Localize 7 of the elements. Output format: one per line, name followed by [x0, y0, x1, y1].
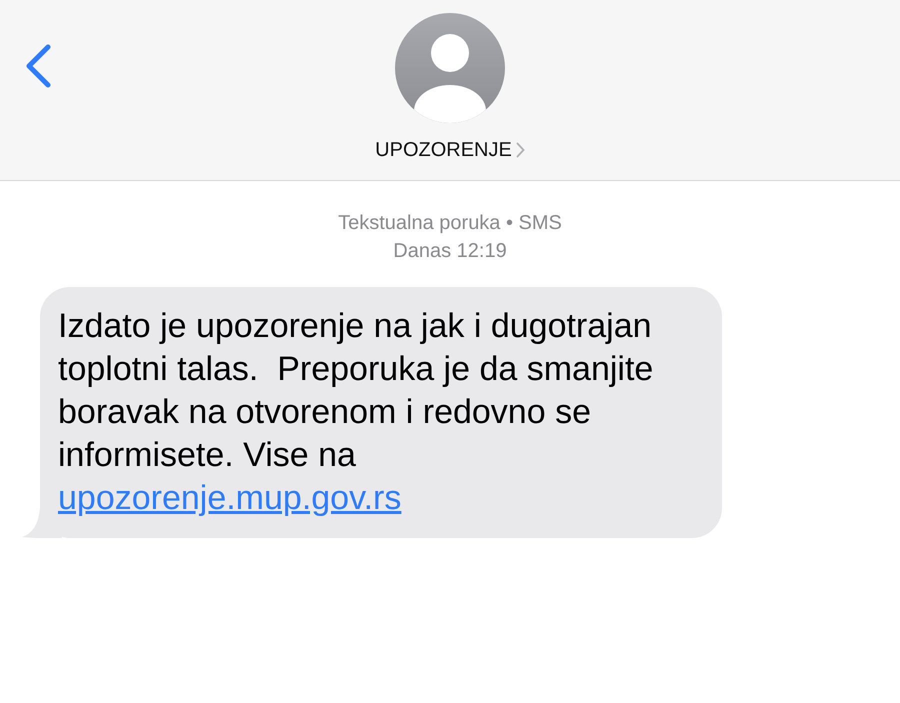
- avatar-icon[interactable]: [395, 13, 505, 123]
- back-icon: [24, 44, 52, 88]
- message-text: Izdato je upozorenje na jak i dugotrajan toplotni talas. Preporuka je da smanjite boravak na otvorenom i redovno se informisete. Vise na upozorenje.mup.gov.rs: [58, 306, 654, 519]
- chevron-right-icon: [516, 142, 525, 158]
- message-service-label: Tekstualna poruka • SMS: [338, 211, 562, 236]
- message-timestamp: Danas 12:19: [393, 239, 507, 264]
- contact-name-button[interactable]: UPOZORENJE: [375, 135, 525, 165]
